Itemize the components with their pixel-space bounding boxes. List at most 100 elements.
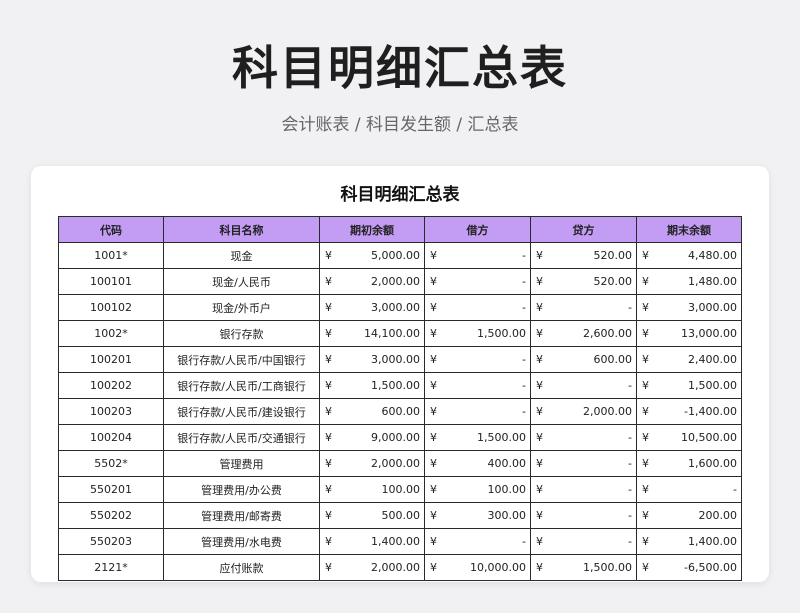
currency-symbol: ¥: [430, 405, 437, 418]
cell-closing-balance[interactable]: ¥1,600.00: [636, 450, 742, 477]
cell-credit[interactable]: ¥ -: [530, 450, 637, 477]
cell-closing-balance[interactable]: ¥2,400.00: [636, 346, 742, 373]
amount-value: 2,600.00: [583, 327, 632, 340]
cell-debit[interactable]: ¥10,000.00: [424, 554, 531, 581]
cell-credit[interactable]: ¥ -: [530, 476, 637, 503]
cell-debit[interactable]: ¥1,500.00: [424, 320, 531, 347]
cell-opening-balance[interactable]: ¥1,500.00: [319, 372, 425, 399]
cell-debit[interactable]: ¥300.00: [424, 502, 531, 529]
cell-closing-balance[interactable]: ¥13,000.00: [636, 320, 742, 347]
cell-opening-balance[interactable]: ¥1,400.00: [319, 528, 425, 555]
cell-credit[interactable]: ¥2,600.00: [530, 320, 637, 347]
cell-code[interactable]: 2121*: [58, 554, 164, 581]
amount-value: 13,000.00: [681, 327, 737, 340]
cell-debit[interactable]: ¥1,500.00: [424, 424, 531, 451]
currency-symbol: ¥: [430, 379, 437, 392]
cell-opening-balance[interactable]: ¥100.00: [319, 476, 425, 503]
cell-debit[interactable]: ¥ -: [424, 346, 531, 373]
cell-opening-balance[interactable]: ¥2,000.00: [319, 450, 425, 477]
cell-credit[interactable]: ¥520.00: [530, 242, 637, 269]
cell-account-name[interactable]: 银行存款/人民币/交通银行: [163, 424, 320, 451]
cell-code[interactable]: 100202: [58, 372, 164, 399]
currency-symbol: ¥: [642, 301, 649, 314]
cell-opening-balance[interactable]: ¥2,000.00: [319, 268, 425, 295]
cell-account-name[interactable]: 银行存款/人民币/建设银行: [163, 398, 320, 425]
table-row: 100101 现金/人民币 ¥2,000.00 ¥ - ¥520.00 ¥1,480.00: [58, 268, 742, 295]
cell-credit[interactable]: ¥2,000.00: [530, 398, 637, 425]
cell-credit[interactable]: ¥1,500.00: [530, 554, 637, 581]
column-header-account-name: 科目名称: [163, 216, 320, 243]
amount-value: -: [522, 405, 526, 418]
cell-debit[interactable]: ¥ -: [424, 268, 531, 295]
cell-opening-balance[interactable]: ¥600.00: [319, 398, 425, 425]
cell-debit[interactable]: ¥400.00: [424, 450, 531, 477]
cell-opening-balance[interactable]: ¥14,100.00: [319, 320, 425, 347]
cell-opening-balance[interactable]: ¥9,000.00: [319, 424, 425, 451]
amount-value: 1,500.00: [583, 561, 632, 574]
cell-account-name[interactable]: 银行存款: [163, 320, 320, 347]
cell-debit[interactable]: ¥ -: [424, 528, 531, 555]
cell-debit[interactable]: ¥100.00: [424, 476, 531, 503]
cell-debit[interactable]: ¥ -: [424, 398, 531, 425]
cell-opening-balance[interactable]: ¥3,000.00: [319, 346, 425, 373]
cell-code[interactable]: 100204: [58, 424, 164, 451]
currency-symbol: ¥: [430, 561, 437, 574]
cell-account-name[interactable]: 现金/人民币: [163, 268, 320, 295]
cell-code[interactable]: 100201: [58, 346, 164, 373]
cell-account-name[interactable]: 应付账款: [163, 554, 320, 581]
currency-symbol: ¥: [642, 509, 649, 522]
cell-closing-balance[interactable]: ¥1,480.00: [636, 268, 742, 295]
cell-closing-balance[interactable]: ¥200.00: [636, 502, 742, 529]
cell-credit[interactable]: ¥ -: [530, 372, 637, 399]
amount-value: 400.00: [487, 457, 527, 470]
cell-debit[interactable]: ¥ -: [424, 242, 531, 269]
cell-account-name[interactable]: 管理费用/办公费: [163, 476, 320, 503]
cell-code[interactable]: 1002*: [58, 320, 164, 347]
currency-symbol: ¥: [325, 249, 332, 262]
currency-symbol: ¥: [430, 535, 437, 548]
cell-credit[interactable]: ¥ -: [530, 528, 637, 555]
cell-code[interactable]: 5502*: [58, 450, 164, 477]
amount-value: 5,000.00: [371, 249, 420, 262]
cell-debit[interactable]: ¥ -: [424, 372, 531, 399]
cell-credit[interactable]: ¥520.00: [530, 268, 637, 295]
cell-code[interactable]: 1001*: [58, 242, 164, 269]
cell-opening-balance[interactable]: ¥2,000.00: [319, 554, 425, 581]
cell-credit[interactable]: ¥ -: [530, 502, 637, 529]
cell-code[interactable]: 550203: [58, 528, 164, 555]
amount-value: 100.00: [381, 483, 421, 496]
cell-code[interactable]: 550201: [58, 476, 164, 503]
cell-account-name[interactable]: 现金/外币户: [163, 294, 320, 321]
cell-code[interactable]: 100101: [58, 268, 164, 295]
cell-closing-balance[interactable]: ¥1,400.00: [636, 528, 742, 555]
cell-credit[interactable]: ¥ -: [530, 294, 637, 321]
cell-code[interactable]: 100203: [58, 398, 164, 425]
cell-closing-balance[interactable]: ¥ -6,500.00: [636, 554, 742, 581]
cell-opening-balance[interactable]: ¥500.00: [319, 502, 425, 529]
cell-code[interactable]: 100102: [58, 294, 164, 321]
cell-closing-balance[interactable]: ¥ -1,400.00: [636, 398, 742, 425]
cell-account-name[interactable]: 管理费用/水电费: [163, 528, 320, 555]
cell-closing-balance[interactable]: ¥4,480.00: [636, 242, 742, 269]
cell-closing-balance[interactable]: ¥3,000.00: [636, 294, 742, 321]
table-row: 100201 银行存款/人民币/中国银行 ¥3,000.00 ¥ - ¥600.00 ¥2,…: [58, 346, 742, 373]
cell-account-name[interactable]: 银行存款/人民币/工商银行: [163, 372, 320, 399]
cell-debit[interactable]: ¥ -: [424, 294, 531, 321]
cell-opening-balance[interactable]: ¥3,000.00: [319, 294, 425, 321]
cell-closing-balance[interactable]: ¥10,500.00: [636, 424, 742, 451]
currency-symbol: ¥: [536, 457, 543, 470]
cell-opening-balance[interactable]: ¥5,000.00: [319, 242, 425, 269]
currency-symbol: ¥: [536, 405, 543, 418]
cell-account-name[interactable]: 银行存款/人民币/中国银行: [163, 346, 320, 373]
amount-value: -: [522, 535, 526, 548]
table-row: 550203 管理费用/水电费 ¥1,400.00 ¥ - ¥ - ¥1,400.00: [58, 528, 742, 555]
cell-account-name[interactable]: 管理费用/邮寄费: [163, 502, 320, 529]
cell-credit[interactable]: ¥600.00: [530, 346, 637, 373]
cell-code[interactable]: 550202: [58, 502, 164, 529]
cell-account-name[interactable]: 管理费用: [163, 450, 320, 477]
cell-account-name[interactable]: 现金: [163, 242, 320, 269]
cell-credit[interactable]: ¥ -: [530, 424, 637, 451]
cell-closing-balance[interactable]: ¥ -: [636, 476, 742, 503]
cell-closing-balance[interactable]: ¥1,500.00: [636, 372, 742, 399]
amount-value: 200.00: [698, 509, 738, 522]
